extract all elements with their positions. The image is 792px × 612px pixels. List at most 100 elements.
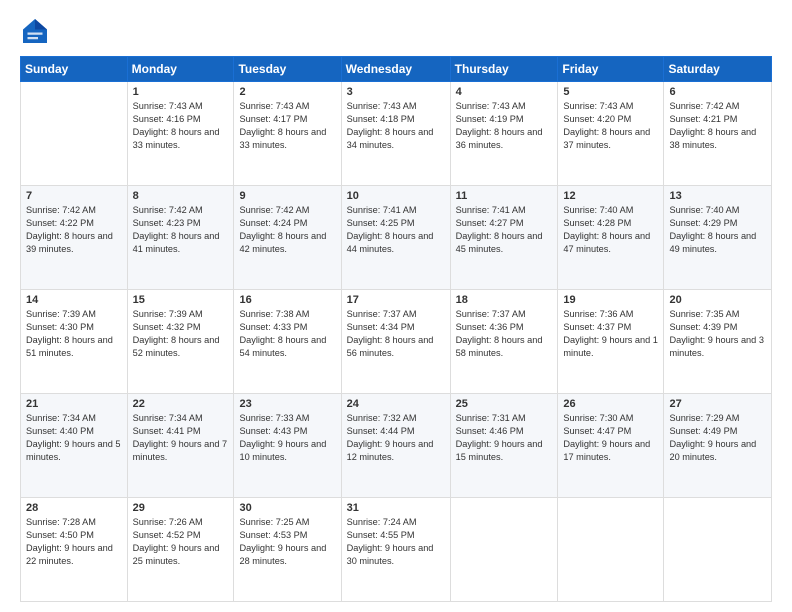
logo-icon (20, 16, 50, 46)
day-cell: 29Sunrise: 7:26 AMSunset: 4:52 PMDayligh… (127, 498, 234, 602)
day-cell: 5 Sunrise: 7:43 AMSunset: 4:20 PMDaylight… (558, 82, 664, 186)
day-number: 30 (239, 502, 335, 514)
day-info: Sunrise: 7:43 AMSunset: 4:17 PMDaylight:… (239, 100, 335, 152)
day-cell: 16Sunrise: 7:38 AMSunset: 4:33 PMDayligh… (234, 290, 341, 394)
day-info: Sunrise: 7:39 AMSunset: 4:30 PMDaylight:… (26, 308, 122, 360)
day-number: 26 (563, 398, 658, 410)
day-cell: 26 Sunrise: 7:30 AMSunset: 4:47 PMDayligh… (558, 394, 664, 498)
day-info: Sunrise: 7:24 AMSunset: 4:55 PMDaylight:… (347, 516, 445, 568)
day-number: 23 (239, 398, 335, 410)
day-cell: 31 Sunrise: 7:24 AMSunset: 4:55 PMDayligh… (341, 498, 450, 602)
week-row-5: 28 Sunrise: 7:28 AMSunset: 4:50 PMDayligh… (21, 498, 772, 602)
day-info: Sunrise: 7:42 AMSunset: 4:24 PMDaylight:… (239, 204, 335, 256)
day-cell: 20 Sunrise: 7:35 AMSunset: 4:39 PMDayligh… (664, 290, 772, 394)
day-info: Sunrise: 7:43 AMSunset: 4:18 PMDaylight:… (347, 100, 445, 152)
day-cell: 23 Sunrise: 7:33 AMSunset: 4:43 PMDayligh… (234, 394, 341, 498)
day-info: Sunrise: 7:33 AMSunset: 4:43 PMDaylight:… (239, 412, 335, 464)
day-info: Sunrise: 7:37 AMSunset: 4:34 PMDaylight:… (347, 308, 445, 360)
day-cell (558, 498, 664, 602)
day-info: Sunrise: 7:41 AMSunset: 4:25 PMDaylight:… (347, 204, 445, 256)
logo (20, 16, 54, 46)
day-number: 2 (239, 86, 335, 98)
day-number: 27 (669, 398, 766, 410)
day-number: 10 (347, 190, 445, 202)
day-cell: 7 Sunrise: 7:42 AMSunset: 4:22 PMDaylight… (21, 186, 128, 290)
day-number: 14 (26, 294, 122, 306)
day-number: 13 (669, 190, 766, 202)
day-number: 5 (563, 86, 658, 98)
day-info: Sunrise: 7:30 AMSunset: 4:47 PMDaylight:… (563, 412, 658, 464)
day-number: 15 (133, 294, 229, 306)
day-cell: 13 Sunrise: 7:40 AMSunset: 4:29 PMDayligh… (664, 186, 772, 290)
day-cell: 30 Sunrise: 7:25 AMSunset: 4:53 PMDayligh… (234, 498, 341, 602)
day-info: Sunrise: 7:29 AMSunset: 4:49 PMDaylight:… (669, 412, 766, 464)
day-cell: 15Sunrise: 7:39 AMSunset: 4:32 PMDayligh… (127, 290, 234, 394)
col-header-thursday: Thursday (450, 57, 558, 82)
day-cell: 25 Sunrise: 7:31 AMSunset: 4:46 PMDayligh… (450, 394, 558, 498)
day-number: 16 (239, 294, 335, 306)
week-row-2: 7 Sunrise: 7:42 AMSunset: 4:22 PMDaylight… (21, 186, 772, 290)
day-info: Sunrise: 7:32 AMSunset: 4:44 PMDaylight:… (347, 412, 445, 464)
col-header-sunday: Sunday (21, 57, 128, 82)
day-cell: 14 Sunrise: 7:39 AMSunset: 4:30 PMDayligh… (21, 290, 128, 394)
day-number: 20 (669, 294, 766, 306)
week-row-3: 14 Sunrise: 7:39 AMSunset: 4:30 PMDayligh… (21, 290, 772, 394)
day-cell (664, 498, 772, 602)
day-info: Sunrise: 7:41 AMSunset: 4:27 PMDaylight:… (456, 204, 553, 256)
day-cell: 28 Sunrise: 7:28 AMSunset: 4:50 PMDayligh… (21, 498, 128, 602)
day-info: Sunrise: 7:42 AMSunset: 4:23 PMDaylight:… (133, 204, 229, 256)
day-cell: 3 Sunrise: 7:43 AMSunset: 4:18 PMDaylight… (341, 82, 450, 186)
day-number: 1 (133, 86, 229, 98)
day-info: Sunrise: 7:35 AMSunset: 4:39 PMDaylight:… (669, 308, 766, 360)
day-cell: 9 Sunrise: 7:42 AMSunset: 4:24 PMDaylight… (234, 186, 341, 290)
col-header-wednesday: Wednesday (341, 57, 450, 82)
header (20, 16, 772, 46)
day-cell: 27 Sunrise: 7:29 AMSunset: 4:49 PMDayligh… (664, 394, 772, 498)
day-info: Sunrise: 7:28 AMSunset: 4:50 PMDaylight:… (26, 516, 122, 568)
day-number: 9 (239, 190, 335, 202)
day-info: Sunrise: 7:43 AMSunset: 4:19 PMDaylight:… (456, 100, 553, 152)
day-number: 12 (563, 190, 658, 202)
day-cell: 10 Sunrise: 7:41 AMSunset: 4:25 PMDayligh… (341, 186, 450, 290)
day-cell: 24 Sunrise: 7:32 AMSunset: 4:44 PMDayligh… (341, 394, 450, 498)
calendar-table: SundayMondayTuesdayWednesdayThursdayFrid… (20, 56, 772, 602)
day-info: Sunrise: 7:43 AMSunset: 4:20 PMDaylight:… (563, 100, 658, 152)
day-info: Sunrise: 7:43 AMSunset: 4:16 PMDaylight:… (133, 100, 229, 152)
day-cell: 22Sunrise: 7:34 AMSunset: 4:41 PMDayligh… (127, 394, 234, 498)
week-row-4: 21 Sunrise: 7:34 AMSunset: 4:40 PMDayligh… (21, 394, 772, 498)
day-number: 28 (26, 502, 122, 514)
day-cell: 1 Sunrise: 7:43 AMSunset: 4:16 PMDaylight… (127, 82, 234, 186)
day-cell (450, 498, 558, 602)
day-info: Sunrise: 7:42 AMSunset: 4:21 PMDaylight:… (669, 100, 766, 152)
day-number: 6 (669, 86, 766, 98)
col-header-tuesday: Tuesday (234, 57, 341, 82)
day-number: 18 (456, 294, 553, 306)
day-info: Sunrise: 7:31 AMSunset: 4:46 PMDaylight:… (456, 412, 553, 464)
day-cell: 11Sunrise: 7:41 AMSunset: 4:27 PMDayligh… (450, 186, 558, 290)
col-header-monday: Monday (127, 57, 234, 82)
day-cell (21, 82, 128, 186)
day-info: Sunrise: 7:25 AMSunset: 4:53 PMDaylight:… (239, 516, 335, 568)
day-cell: 4Sunrise: 7:43 AMSunset: 4:19 PMDaylight… (450, 82, 558, 186)
day-number: 21 (26, 398, 122, 410)
day-cell: 17Sunrise: 7:37 AMSunset: 4:34 PMDayligh… (341, 290, 450, 394)
week-row-1: 1 Sunrise: 7:43 AMSunset: 4:16 PMDaylight… (21, 82, 772, 186)
col-header-friday: Friday (558, 57, 664, 82)
day-info: Sunrise: 7:26 AMSunset: 4:52 PMDaylight:… (133, 516, 229, 568)
day-number: 3 (347, 86, 445, 98)
day-info: Sunrise: 7:40 AMSunset: 4:28 PMDaylight:… (563, 204, 658, 256)
day-number: 31 (347, 502, 445, 514)
day-cell: 8Sunrise: 7:42 AMSunset: 4:23 PMDaylight… (127, 186, 234, 290)
day-cell: 6 Sunrise: 7:42 AMSunset: 4:21 PMDaylight… (664, 82, 772, 186)
day-number: 22 (133, 398, 229, 410)
day-info: Sunrise: 7:37 AMSunset: 4:36 PMDaylight:… (456, 308, 553, 360)
day-number: 7 (26, 190, 122, 202)
day-number: 24 (347, 398, 445, 410)
day-info: Sunrise: 7:34 AMSunset: 4:40 PMDaylight:… (26, 412, 122, 464)
day-cell: 21 Sunrise: 7:34 AMSunset: 4:40 PMDayligh… (21, 394, 128, 498)
day-info: Sunrise: 7:40 AMSunset: 4:29 PMDaylight:… (669, 204, 766, 256)
day-info: Sunrise: 7:42 AMSunset: 4:22 PMDaylight:… (26, 204, 122, 256)
day-cell: 18 Sunrise: 7:37 AMSunset: 4:36 PMDayligh… (450, 290, 558, 394)
day-number: 25 (456, 398, 553, 410)
day-cell: 2 Sunrise: 7:43 AMSunset: 4:17 PMDaylight… (234, 82, 341, 186)
